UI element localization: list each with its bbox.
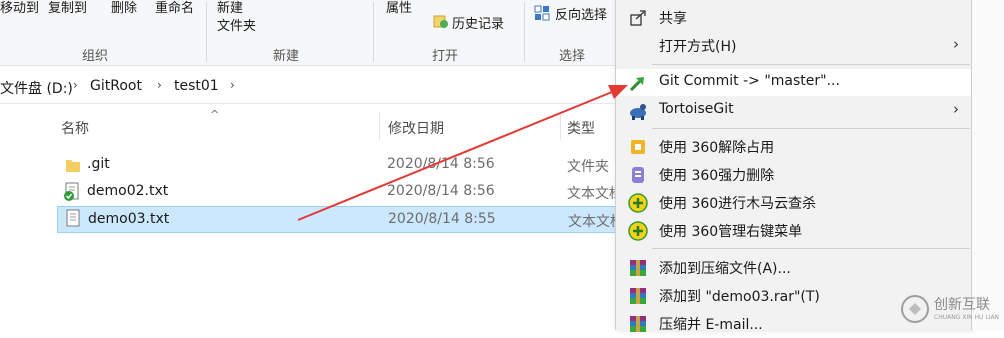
watermark-icon	[901, 295, 929, 323]
watermark-subtext: CHUANG XIN HU LIAN	[934, 314, 1000, 321]
annotation-arrow	[297, 85, 628, 221]
watermark-text: 创新互联	[934, 297, 990, 313]
watermark-logo: 创新互联 CHUANG XIN HU LIAN	[900, 290, 1004, 330]
